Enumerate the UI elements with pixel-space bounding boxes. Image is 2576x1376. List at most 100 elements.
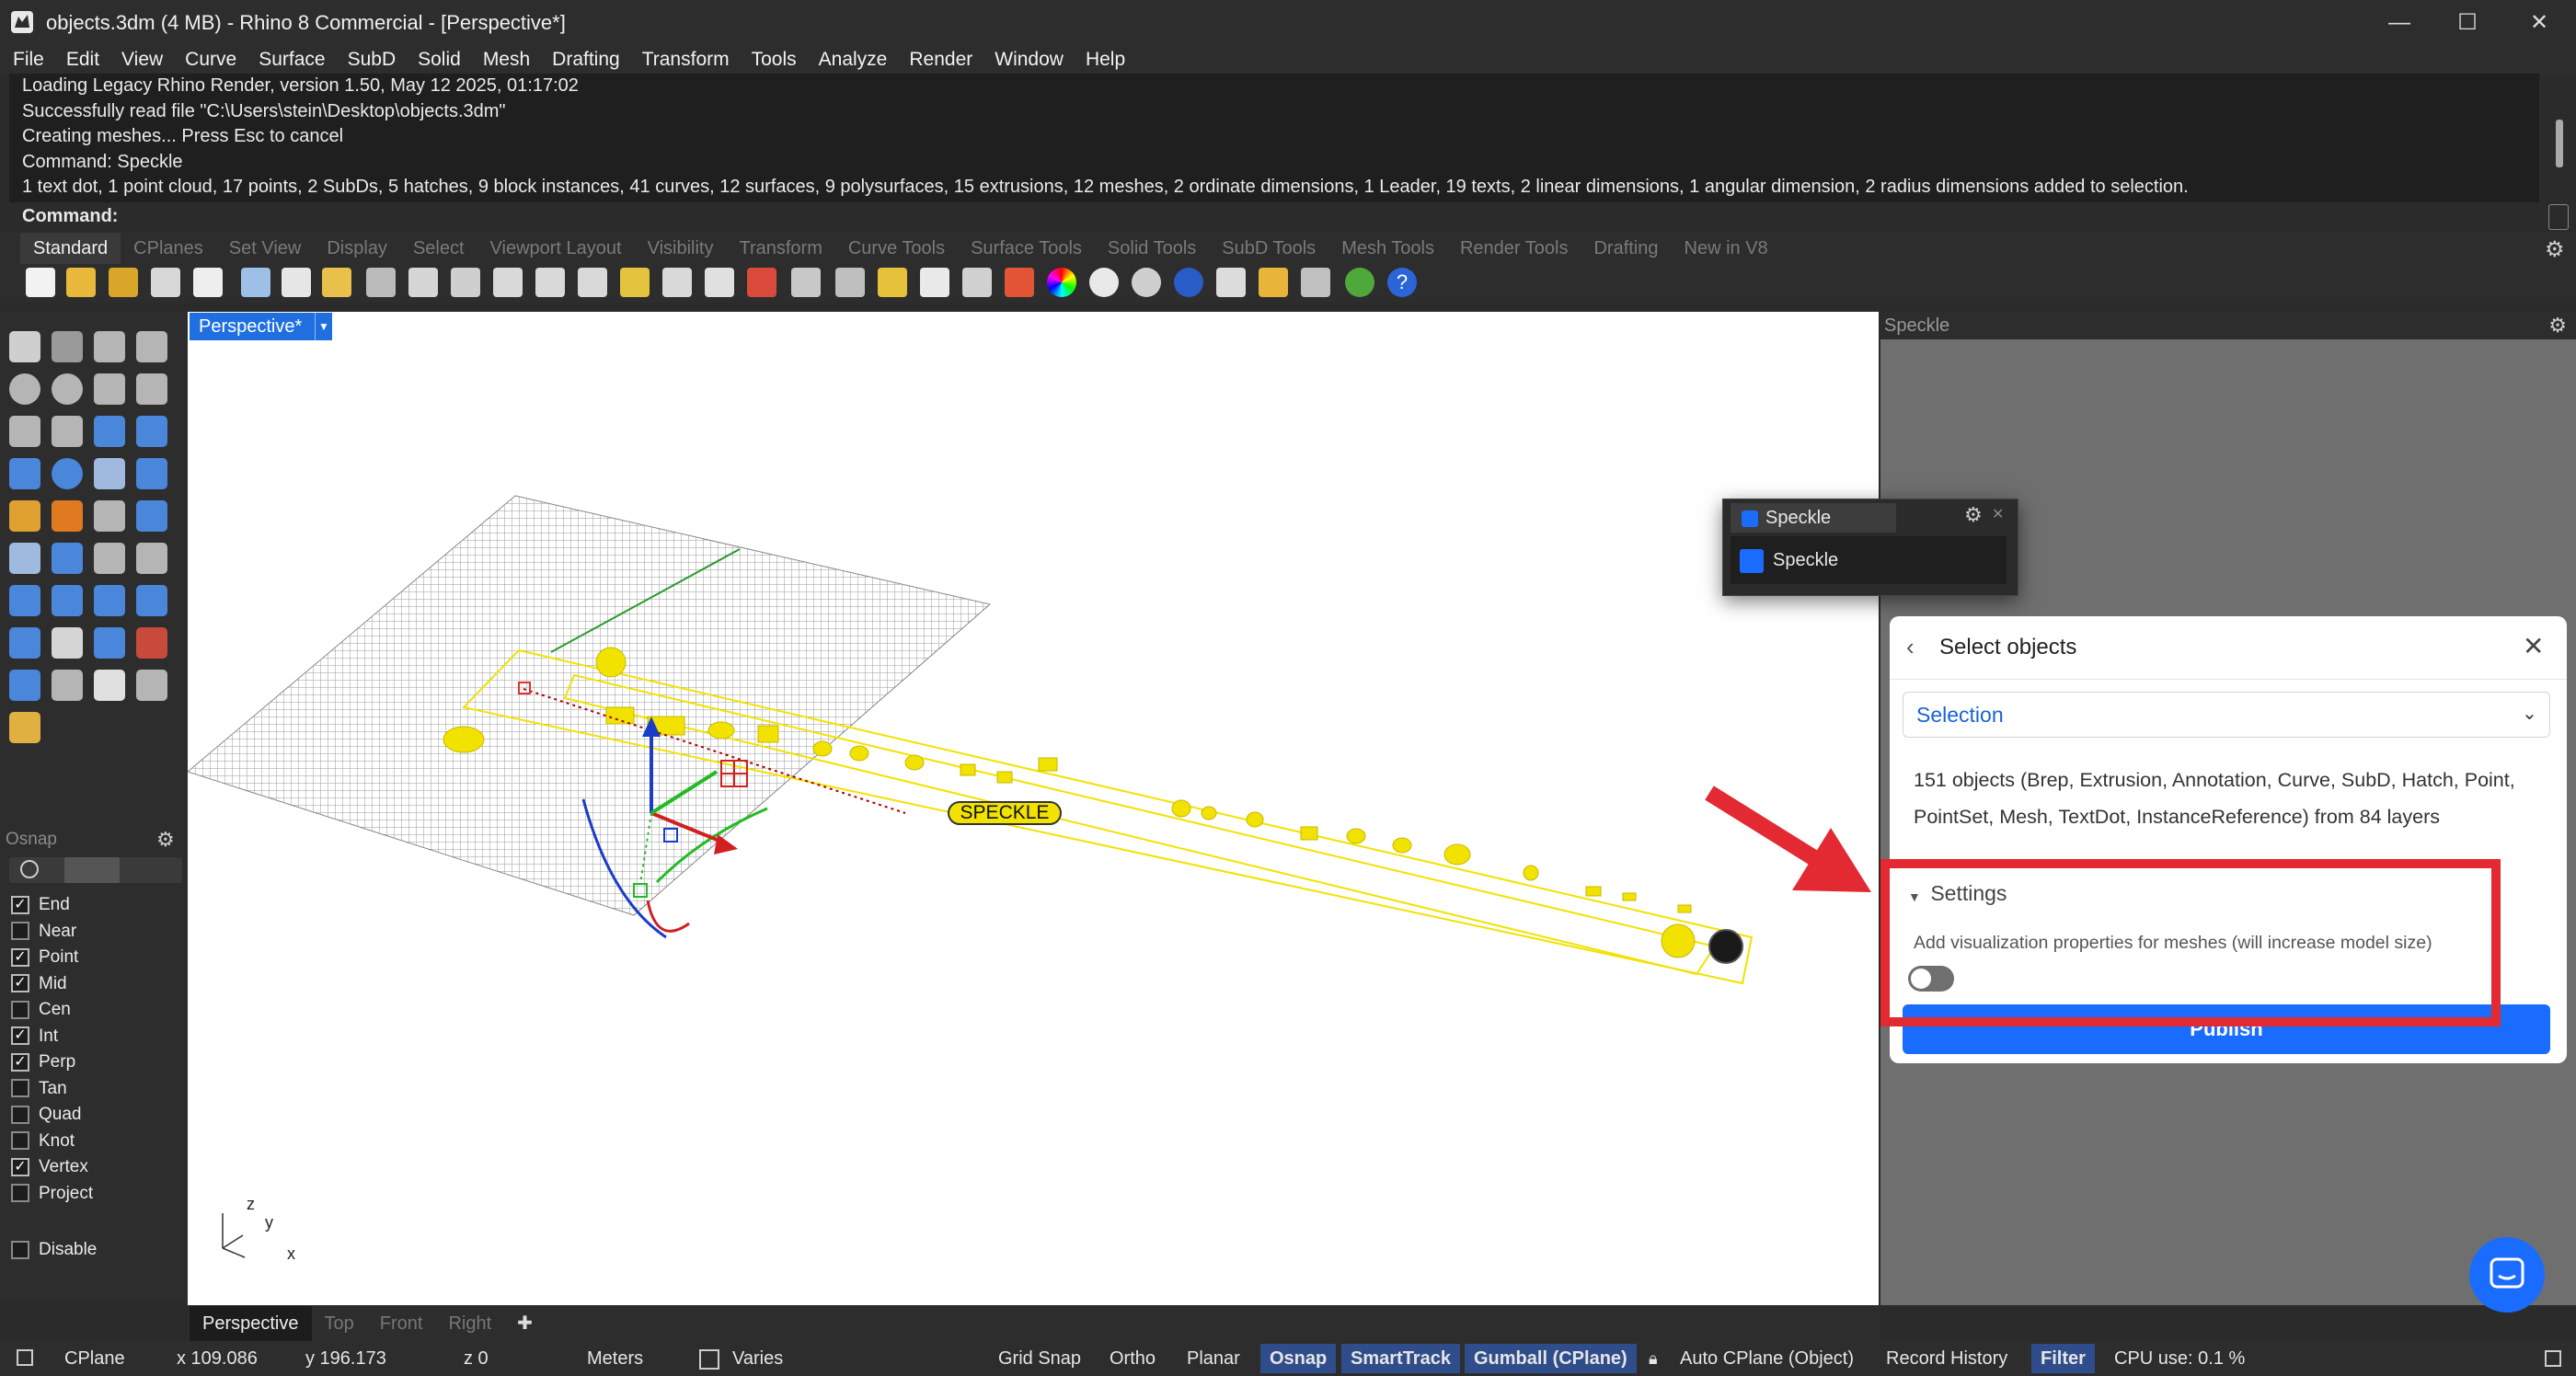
menu-curve[interactable]: Curve	[176, 46, 249, 74]
menu-help[interactable]: Help	[1076, 46, 1138, 74]
menu-analyze[interactable]: Analyze	[810, 46, 901, 74]
lock-icon[interactable]	[962, 268, 992, 297]
osnap-end[interactable]: ✓ End	[11, 892, 70, 918]
layer-icon[interactable]	[1005, 268, 1034, 297]
cplane-square-icon[interactable]	[17, 1349, 33, 1366]
zoom-window-icon[interactable]	[535, 268, 565, 297]
osnap-mid[interactable]: ✓ Mid	[11, 971, 67, 997]
properties-icon[interactable]	[193, 268, 223, 297]
new-file-icon[interactable]	[26, 268, 55, 297]
checkbox-checked-icon[interactable]: ✓	[11, 1157, 29, 1176]
status-gumball[interactable]: Gumball (CPlane)	[1465, 1344, 1637, 1373]
fillet-icon[interactable]	[94, 543, 125, 574]
trim-icon[interactable]	[94, 500, 125, 532]
status-record-history[interactable]: Record History	[1886, 1341, 2007, 1376]
dialog-close-icon[interactable]: ✕	[2523, 631, 2544, 661]
join-icon[interactable]	[52, 543, 83, 574]
checkbox-checked-icon[interactable]: ✓	[11, 1026, 29, 1046]
scale-icon[interactable]	[136, 585, 167, 616]
tab-render-tools[interactable]: Render Tools	[1447, 233, 1581, 264]
status-smarttrack[interactable]: SmartTrack	[1341, 1344, 1460, 1373]
minimize-button[interactable]: —	[2372, 6, 2427, 40]
checkbox-checked-icon[interactable]: ✓	[11, 974, 29, 993]
popup-close-icon[interactable]: ✕	[1992, 505, 2004, 523]
checkbox-icon[interactable]	[11, 1105, 29, 1124]
menu-file[interactable]: File	[4, 46, 57, 74]
paste-icon[interactable]	[322, 268, 351, 297]
osnap-cursor-icon[interactable]	[64, 857, 120, 883]
tab-right[interactable]: Right	[435, 1306, 504, 1341]
rectangle-icon[interactable]	[136, 373, 167, 405]
checkbox-checked-icon[interactable]: ✓	[11, 1052, 29, 1072]
transform-icon[interactable]	[52, 670, 83, 701]
menu-drafting[interactable]: Drafting	[543, 46, 633, 74]
cylinder-icon[interactable]	[94, 458, 125, 489]
tab-cplanes[interactable]: CPlanes	[121, 233, 216, 264]
tab-surface-tools[interactable]: Surface Tools	[958, 233, 1095, 264]
tab-display[interactable]: Display	[314, 233, 400, 264]
undo-icon[interactable]	[366, 268, 396, 297]
sphere-icon[interactable]	[52, 458, 83, 489]
history-scrollbar[interactable]	[2556, 120, 2563, 167]
osnap-target-icon[interactable]	[20, 860, 39, 878]
checkbox-icon[interactable]	[11, 1184, 29, 1203]
array-icon[interactable]	[94, 585, 125, 616]
tab-visibility[interactable]: Visibility	[635, 233, 727, 264]
menu-subd[interactable]: SubD	[339, 46, 409, 74]
checkbox-icon[interactable]	[11, 1131, 29, 1151]
chat-support-button[interactable]	[2469, 1237, 2545, 1313]
osnap-knot[interactable]: Knot	[11, 1129, 75, 1154]
osnap-settings-gear-icon[interactable]: ⚙	[156, 828, 175, 852]
osnap-vertex[interactable]: ✓ Vertex	[11, 1154, 88, 1180]
fillet-curve-icon[interactable]	[52, 416, 83, 447]
status-auto-cplane[interactable]: Auto CPlane (Object)	[1680, 1341, 1854, 1376]
circle-icon[interactable]	[9, 373, 40, 405]
hatch-icon[interactable]	[136, 627, 167, 659]
viewport-menu-chevron-icon[interactable]: ▼	[315, 313, 332, 340]
sun-icon[interactable]	[1259, 268, 1288, 297]
zoom-extents-icon[interactable]	[578, 268, 607, 297]
print-icon[interactable]	[151, 268, 180, 297]
tab-curve-tools[interactable]: Curve Tools	[835, 233, 958, 264]
menu-view[interactable]: View	[112, 46, 176, 74]
checkbox-checked-icon[interactable]: ✓	[11, 947, 29, 967]
checkbox-icon[interactable]	[11, 1079, 29, 1098]
menu-window[interactable]: Window	[985, 46, 1076, 74]
polygon-icon[interactable]	[9, 416, 40, 447]
copy-icon[interactable]	[282, 268, 311, 297]
paint-icon[interactable]	[9, 712, 40, 743]
osnap-disable[interactable]: Disable	[11, 1237, 97, 1263]
tab-viewport-layout[interactable]: Viewport Layout	[477, 233, 635, 264]
curve-icon[interactable]	[136, 331, 167, 362]
select-arrow-icon[interactable]	[9, 331, 40, 362]
open-file-icon[interactable]	[66, 268, 96, 297]
close-button[interactable]: ✕	[2512, 6, 2567, 40]
analyze-icon[interactable]	[136, 670, 167, 701]
save-icon[interactable]	[109, 268, 138, 297]
point-icon[interactable]	[52, 331, 83, 362]
popup-item[interactable]: Speckle	[1731, 536, 2007, 584]
panel-toggle-icon[interactable]	[2545, 1350, 2561, 1367]
color-wheel-icon[interactable]	[1047, 268, 1076, 297]
cut-icon[interactable]	[241, 268, 270, 297]
group-icon[interactable]	[9, 543, 40, 574]
status-cplane[interactable]: CPlane	[64, 1341, 125, 1376]
menu-render[interactable]: Render	[900, 46, 985, 74]
zoom-selected-icon[interactable]	[620, 268, 650, 297]
tab-new-in-v8[interactable]: New in V8	[1672, 233, 1781, 264]
status-filter[interactable]: Filter	[2031, 1344, 2095, 1373]
material-icon[interactable]	[1089, 268, 1119, 297]
undo-view-icon[interactable]	[662, 268, 692, 297]
status-planar[interactable]: Planar	[1187, 1341, 1240, 1376]
tab-transform[interactable]: Transform	[726, 233, 834, 264]
grid-array-icon[interactable]	[94, 627, 125, 659]
layer-swatch-icon[interactable]	[699, 1349, 719, 1370]
osnap-toolbar-icon[interactable]	[835, 268, 865, 297]
check-icon[interactable]	[94, 670, 125, 701]
osnap-project[interactable]: Project	[11, 1181, 93, 1207]
text-icon[interactable]	[9, 585, 40, 616]
osnap-perp[interactable]: ✓ Perp	[11, 1049, 75, 1075]
properties-panel-icon[interactable]	[9, 670, 40, 701]
menu-edit[interactable]: Edit	[57, 46, 112, 74]
checkbox-icon[interactable]	[11, 1240, 29, 1259]
